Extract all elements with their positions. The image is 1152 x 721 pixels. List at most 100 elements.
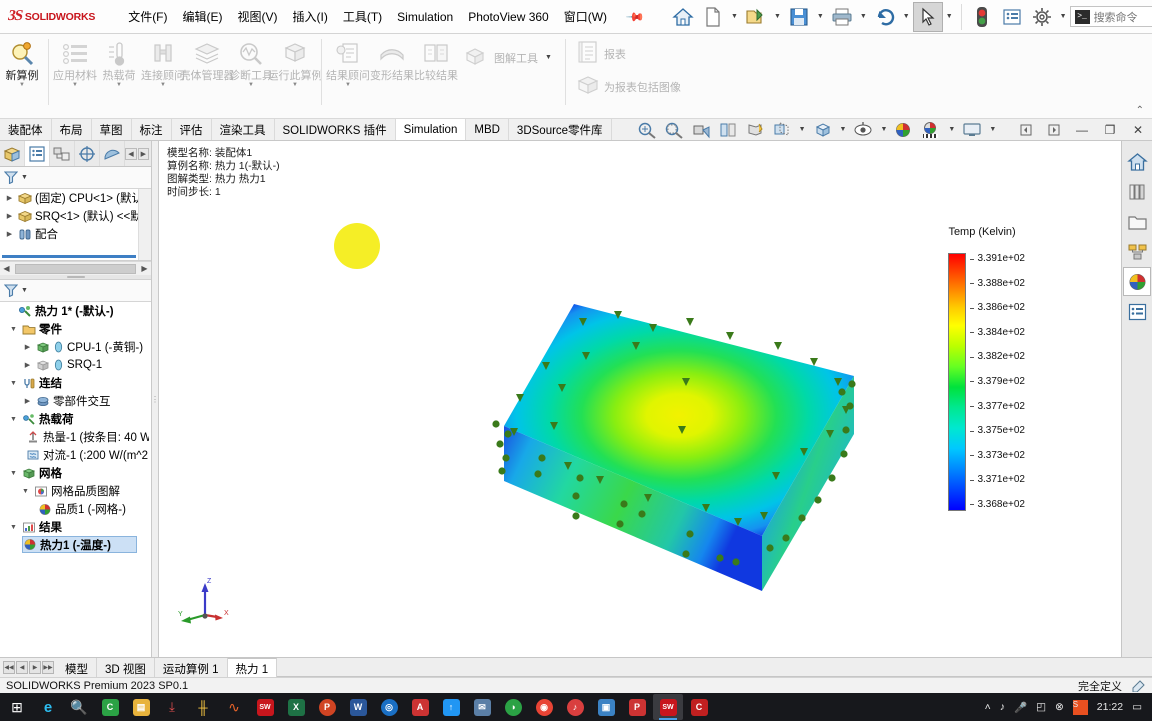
- tab-sketch[interactable]: 草图: [92, 119, 132, 140]
- include-image-for-report-button[interactable]: 为报表包括图像: [570, 70, 687, 103]
- scene-icon[interactable]: [918, 119, 944, 140]
- diagnostic-tools-button[interactable]: 诊断工具 ▼: [229, 37, 273, 88]
- pin-icon[interactable]: 📌: [618, 0, 654, 35]
- thermal-result-model[interactable]: [294, 266, 1054, 657]
- view-cube-icon[interactable]: [810, 119, 836, 140]
- action-close-icon[interactable]: ⊗: [1055, 701, 1064, 713]
- design-library-icon[interactable]: [1123, 177, 1151, 206]
- hide-show-icon[interactable]: [769, 119, 795, 140]
- collapse-arrow-icon[interactable]: ▼: [8, 326, 19, 333]
- section-view-icon[interactable]: [688, 119, 714, 140]
- expand-arrow-icon[interactable]: ▶: [4, 212, 15, 220]
- feature-filter-bar[interactable]: ▼: [0, 167, 151, 189]
- tab-simulation[interactable]: Simulation: [395, 119, 467, 140]
- collapse-arrow-icon[interactable]: ▼: [20, 488, 31, 495]
- assembly-feature-tree[interactable]: ▶ (固定) CPU<1> (默认) < ▶ SRQ<1> (默认) <<默认 …: [0, 189, 151, 261]
- thermal-load-caret-icon[interactable]: ▼: [116, 82, 122, 88]
- filter-caret-icon[interactable]: ▼: [18, 174, 31, 181]
- matlab-icon[interactable]: ∿: [219, 694, 249, 720]
- expand-arrow-icon[interactable]: ▶: [22, 361, 33, 369]
- tab-nav-prev-icon[interactable]: ◀: [16, 661, 28, 674]
- tree-part-cpu1[interactable]: ▶ CPU-1 (-黄铜-): [0, 338, 151, 356]
- dimxpert-manager-tab[interactable]: [75, 141, 101, 166]
- solidworks-2020-icon[interactable]: SW: [250, 694, 280, 720]
- options-caret-icon[interactable]: ▼: [1057, 13, 1070, 20]
- save-caret-icon[interactable]: ▼: [814, 13, 827, 20]
- apply-material-caret-icon[interactable]: ▼: [72, 82, 78, 88]
- menu-photoview[interactable]: PhotoView 360: [461, 6, 556, 28]
- expand-arrow-icon[interactable]: ▶: [4, 230, 15, 238]
- hscroll-left-icon[interactable]: ◀: [0, 264, 13, 273]
- run-study-caret-icon[interactable]: ▼: [292, 82, 298, 88]
- display-state-icon[interactable]: [850, 119, 876, 140]
- run-study-button[interactable]: 运行此算例 ▼: [268, 37, 323, 88]
- tree-mesh[interactable]: ▼ 网格: [0, 464, 151, 482]
- manager-tab-nav[interactable]: ◀ ▶: [125, 147, 151, 160]
- plot-tools-button[interactable]: 图解工具 ▼: [458, 41, 561, 74]
- connections-caret-icon[interactable]: ▼: [160, 82, 166, 88]
- open-folder-icon[interactable]: [741, 2, 771, 32]
- view-cube-caret-icon[interactable]: ▼: [837, 126, 850, 133]
- graphics-viewport[interactable]: 模型名称: 装配体1 算例名称: 热力 1(-默认-) 图解类型: 热力 热力1…: [159, 141, 1121, 657]
- bottom-tab-thermal-1[interactable]: 热力 1: [227, 658, 278, 677]
- start-button-icon[interactable]: ⊞: [2, 694, 32, 720]
- print-icon[interactable]: [827, 2, 857, 32]
- thermal-load-button[interactable]: 热载荷 ▼: [97, 37, 141, 88]
- menu-edit[interactable]: 编辑(E): [176, 4, 230, 29]
- microphone-icon[interactable]: 🎤: [1014, 701, 1027, 714]
- custom-properties-icon[interactable]: [1123, 297, 1151, 326]
- scene-caret-icon[interactable]: ▼: [945, 126, 958, 133]
- tree-connections[interactable]: ▼ 连结: [0, 374, 151, 392]
- panel-resize-grip[interactable]: ⋮: [151, 141, 159, 657]
- save-icon[interactable]: [784, 2, 814, 32]
- tree-item-srq[interactable]: ▶ SRQ<1> (默认) <<默认: [0, 207, 151, 225]
- mail-icon[interactable]: ✉: [467, 694, 497, 720]
- browser-icon[interactable]: ◎: [374, 694, 404, 720]
- tree-component-interaction[interactable]: ▶ 零部件交互: [0, 392, 151, 410]
- search-icon[interactable]: 🔍: [64, 694, 94, 720]
- notification-icon[interactable]: ▭: [1132, 701, 1142, 713]
- doc-close-button[interactable]: ✕: [1124, 119, 1152, 140]
- zoom-to-area-icon[interactable]: [661, 119, 687, 140]
- bottom-tab-3d-views[interactable]: 3D 视图: [97, 658, 155, 677]
- menu-insert[interactable]: 插入(I): [286, 4, 335, 29]
- tab-solidworks-addins[interactable]: SOLIDWORKS 插件: [275, 119, 396, 140]
- display-list-icon[interactable]: [997, 2, 1027, 32]
- hscroll-thumb[interactable]: [15, 263, 136, 274]
- menu-tools[interactable]: 工具(T): [336, 4, 389, 29]
- acrobat-icon[interactable]: A: [405, 694, 435, 720]
- wechat-icon[interactable]: ◑: [498, 694, 528, 720]
- display-state-caret-icon[interactable]: ▼: [877, 126, 890, 133]
- tab-mbd[interactable]: MBD: [466, 119, 509, 140]
- collapse-arrow-icon[interactable]: ▼: [8, 524, 19, 531]
- apply-material-button[interactable]: 应用材料 ▼: [53, 37, 97, 88]
- new-study-caret-icon[interactable]: ▼: [19, 82, 25, 88]
- viewport-caret-icon[interactable]: ▼: [986, 126, 999, 133]
- assembly-tree-scrollbar[interactable]: [138, 189, 151, 260]
- select-caret-icon[interactable]: ▼: [943, 13, 956, 20]
- diagnostic-caret-icon[interactable]: ▼: [248, 82, 254, 88]
- tab-nav-last-icon[interactable]: ▶▶: [42, 661, 54, 674]
- menu-window[interactable]: 窗口(W): [557, 4, 614, 29]
- prev-pane-icon[interactable]: [1012, 119, 1040, 140]
- collapse-arrow-icon[interactable]: ▼: [8, 470, 19, 477]
- compare-results-button[interactable]: 比较结果: [414, 37, 458, 82]
- menu-view[interactable]: 视图(V): [231, 4, 285, 29]
- display-manager-tab[interactable]: [100, 141, 126, 166]
- windows-store-icon[interactable]: ╫: [188, 694, 218, 720]
- wechat-work-icon[interactable]: C: [95, 694, 125, 720]
- tab-3dsource-parts[interactable]: 3DSource零件库: [509, 119, 612, 140]
- menu-file[interactable]: 文件(F): [121, 4, 174, 29]
- tree-item-cpu[interactable]: ▶ (固定) CPU<1> (默认) <: [0, 189, 151, 207]
- connections-advisor-button[interactable]: 连接顾问 ▼: [141, 37, 185, 88]
- tree-heat-power-1[interactable]: 热量-1 (按条目: 40 W:): [0, 428, 151, 446]
- manager-tab-next-icon[interactable]: ▶: [137, 147, 150, 160]
- tree-mesh-quality-plots[interactable]: ▼ 网格品质图解: [0, 482, 151, 500]
- tree-parts[interactable]: ▼ 零件: [0, 320, 151, 338]
- tab-nav-next-icon[interactable]: ▶: [29, 661, 41, 674]
- zoom-to-fit-icon[interactable]: [634, 119, 660, 140]
- network-icon[interactable]: ◰: [1036, 701, 1046, 713]
- deformed-result-button[interactable]: 变形结果: [370, 37, 414, 82]
- hscroll-right-icon[interactable]: ▶: [138, 264, 151, 273]
- configuration-manager-tab[interactable]: [50, 141, 76, 166]
